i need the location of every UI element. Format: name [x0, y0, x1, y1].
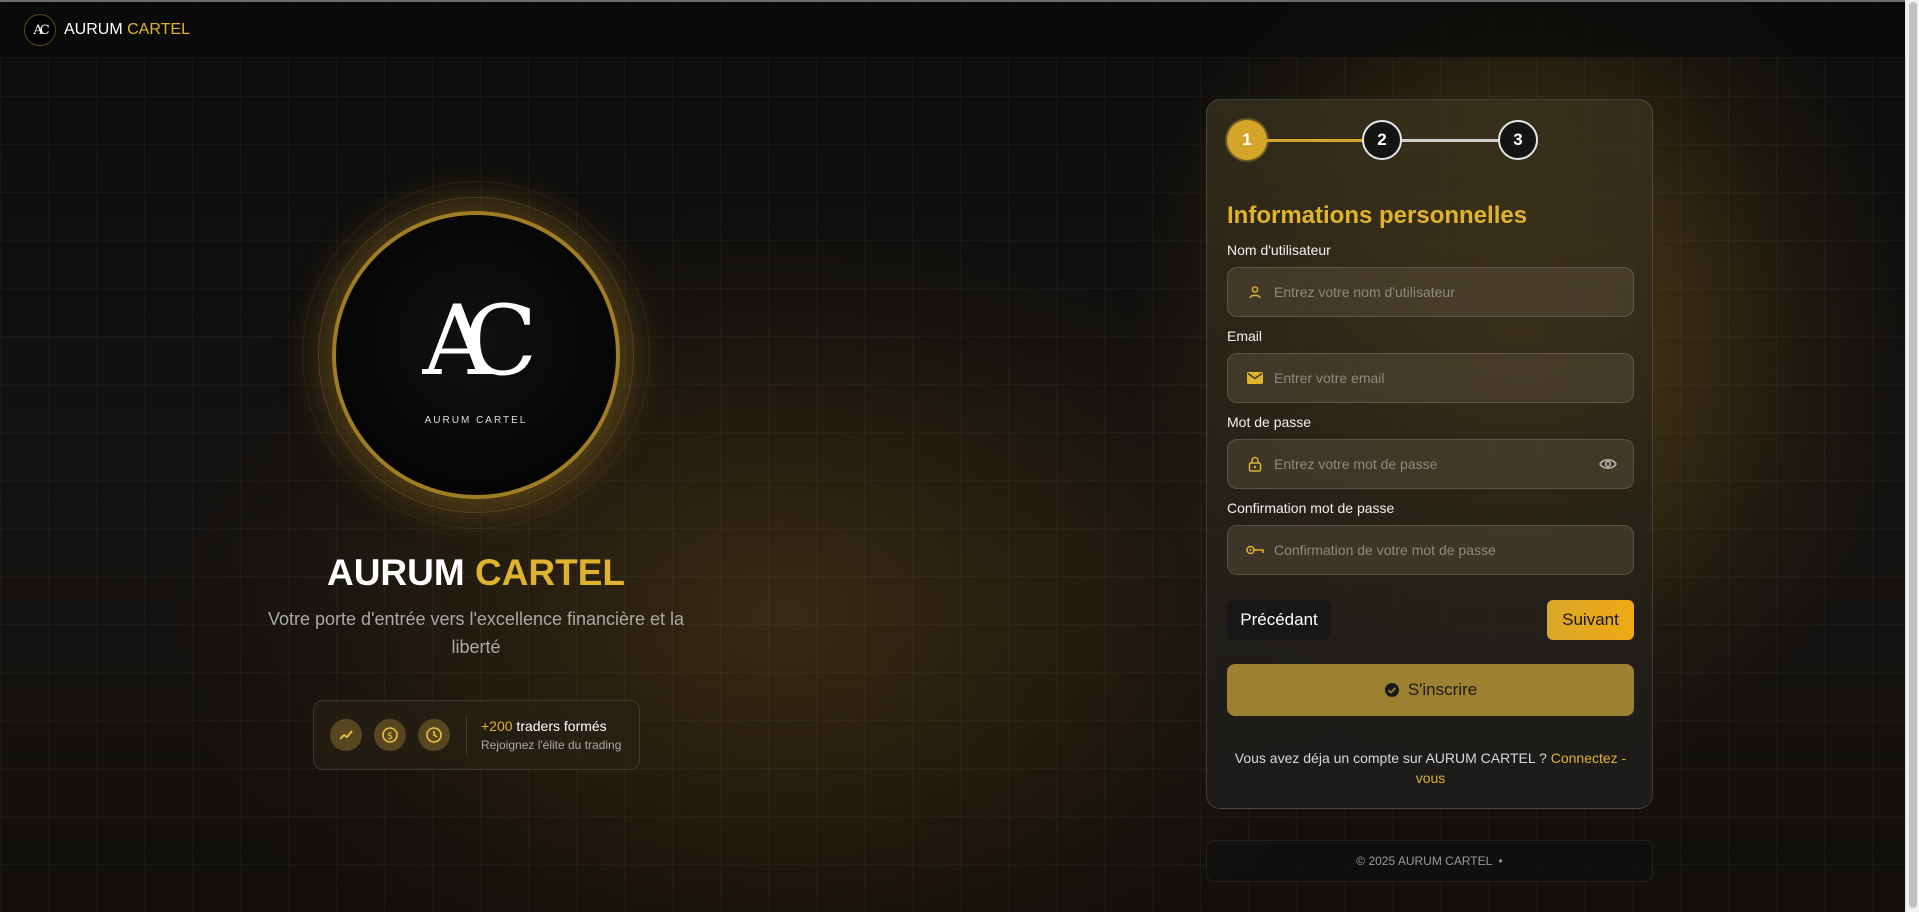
password-field[interactable] — [1227, 439, 1634, 489]
login-prompt-text: Vous avez déja un compte sur AURUM CARTE… — [1234, 750, 1551, 766]
svg-text:$: $ — [387, 731, 393, 742]
top-navbar: AC AURUM CARTEL — [0, 2, 1905, 58]
scrollbar-thumb[interactable] — [1909, 2, 1917, 908]
username-field[interactable] — [1227, 267, 1634, 317]
hero-subtitle: Votre porte d'entrée vers l'excellence f… — [267, 609, 685, 657]
trending-up-icon — [330, 719, 362, 751]
footer-copyright: © 2025 AURUM CARTEL • — [1356, 854, 1503, 868]
password-input[interactable] — [1274, 456, 1597, 472]
hero-title: AURUM CARTEL — [0, 552, 952, 594]
vertical-scrollbar[interactable] — [1905, 0, 1919, 912]
previous-button[interactable]: Précédant — [1227, 600, 1331, 640]
username-label: Nom d'utilisateur — [1227, 242, 1331, 258]
hero-title-second: CARTEL — [474, 552, 626, 593]
brand-logo: AC — [24, 14, 56, 46]
username-input[interactable] — [1274, 284, 1633, 300]
brand-name-second: CARTEL — [127, 21, 190, 38]
brand-name: AURUM CARTEL — [64, 21, 190, 39]
stats-text: +200 traders formés Rejoignez l'élite du… — [481, 718, 621, 752]
confirm-password-label: Confirmation mot de passe — [1227, 500, 1395, 516]
footer: © 2025 AURUM CARTEL • — [1206, 840, 1653, 882]
step-1[interactable]: 1 — [1227, 120, 1267, 160]
stats-tagline: Rejoignez l'élite du trading — [481, 738, 622, 752]
clock-icon — [418, 719, 450, 751]
login-prompt: Vous avez déja un compte sur AURUM CARTE… — [1227, 748, 1634, 788]
email-field[interactable] — [1227, 353, 1634, 403]
user-icon — [1246, 283, 1264, 301]
signup-button[interactable]: S'inscrire — [1227, 664, 1634, 716]
stats-count-line: +200 traders formés — [481, 718, 621, 734]
stepper-line-pending — [1399, 139, 1499, 142]
next-button[interactable]: Suivant — [1547, 600, 1634, 640]
key-icon — [1246, 541, 1264, 559]
logo-subtitle: AURUM CARTEL — [424, 415, 528, 426]
stepper: 1 2 3 — [1227, 120, 1538, 160]
stats-count: +200 — [481, 718, 513, 734]
show-password-eye-icon[interactable] — [1597, 453, 1619, 475]
stats-divider — [466, 715, 467, 755]
stats-count-label: traders formés — [512, 718, 607, 734]
step-2[interactable]: 2 — [1362, 120, 1402, 160]
email-label: Email — [1227, 328, 1263, 344]
confirm-password-input[interactable] — [1274, 542, 1633, 558]
registration-card: 1 2 3 Informations personnelles Nom d'ut… — [1206, 99, 1653, 809]
envelope-icon — [1246, 369, 1264, 387]
hero-logo: AC AURUM CARTEL — [332, 211, 620, 499]
brand-logo-monogram: AC — [33, 22, 49, 38]
logo-monogram: AC — [422, 285, 538, 397]
confirm-password-field[interactable] — [1227, 525, 1634, 575]
check-circle-icon — [1384, 682, 1400, 698]
step-3[interactable]: 3 — [1498, 120, 1538, 160]
password-label: Mot de passe — [1227, 414, 1312, 430]
stats-card: $ +200 traders formés Rejoignez l'élite … — [313, 700, 640, 770]
lock-icon — [1246, 455, 1264, 473]
section-title: Informations personnelles — [1227, 202, 1528, 229]
email-input[interactable] — [1274, 370, 1633, 386]
brand-name-first: AURUM — [64, 21, 123, 38]
hero-title-first: AURUM — [326, 552, 465, 593]
brand[interactable]: AC AURUM CARTEL — [24, 14, 190, 46]
stepper-line-complete — [1263, 139, 1363, 142]
dollar-coin-icon: $ — [374, 719, 406, 751]
signup-button-label: S'inscrire — [1407, 680, 1478, 699]
